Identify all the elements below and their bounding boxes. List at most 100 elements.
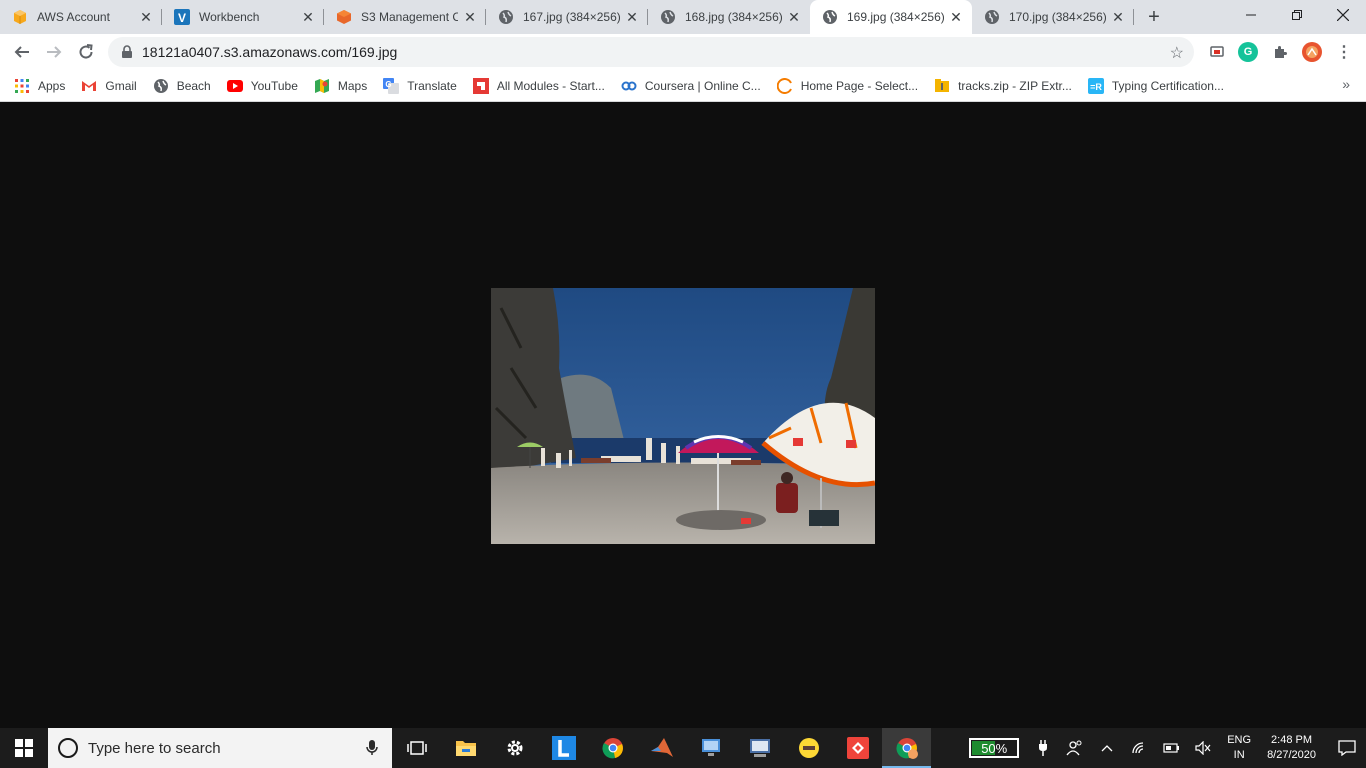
reload-button[interactable] [70,36,102,68]
chrome-profile-icon [895,738,918,759]
forward-button[interactable] [38,36,70,68]
more-bookmarks-chevron-icon[interactable]: » [1342,76,1350,92]
bookmark-youtube[interactable]: YouTube [226,73,304,99]
close-icon[interactable]: ✕ [786,9,802,25]
modules-icon [472,77,489,94]
file-explorer-button[interactable] [441,728,490,768]
people-icon[interactable] [1063,728,1087,768]
control-panel-button[interactable] [735,728,784,768]
close-window-icon[interactable] [1320,0,1366,30]
close-icon[interactable]: ✕ [1110,9,1126,25]
power-plug-icon[interactable] [1031,728,1055,768]
notifications-button[interactable] [1328,728,1366,768]
svg-text:G: G [386,80,392,89]
system-tray: 50% ENG IN 2:48 PM 8/27/2020 [969,728,1366,768]
globe-icon [498,9,514,25]
bookmark-label: Coursera | Online C... [644,78,761,93]
bookmark-label: Typing Certification... [1111,78,1224,93]
bookmark-maps[interactable]: Maps [314,73,373,99]
gmail-icon [81,78,97,94]
aws-box-icon [12,9,28,25]
minimize-icon[interactable] [1228,0,1274,30]
notification-icon [1338,740,1356,756]
bookmarks-bar: Apps Gmail Beach YouTube Maps G Translat… [0,70,1366,102]
close-icon[interactable]: ✕ [462,9,478,25]
back-button[interactable] [6,36,38,68]
cast-extension-icon[interactable] [1207,42,1227,62]
chevron-up-icon[interactable] [1095,728,1119,768]
control-panel-icon [749,739,770,757]
apps-grid-icon [14,78,30,94]
taskbar-search-input[interactable]: Type here to search [48,728,392,768]
close-icon[interactable]: ✕ [624,9,640,25]
microphone-icon[interactable] [366,740,378,756]
chrome-active-button[interactable] [882,728,931,768]
menu-kebab-icon[interactable]: ⋮ [1334,42,1354,62]
bookmark-tracks-zip[interactable]: tracks.zip - ZIP Extr... [934,73,1078,99]
bookmark-gmail[interactable]: Gmail [81,73,142,99]
task-view-icon [406,741,427,755]
close-icon[interactable]: ✕ [138,9,154,25]
globe-icon [153,78,169,94]
clock-time: 2:48 PM [1271,734,1313,746]
start-button[interactable] [0,728,48,768]
svg-text:=R: =R [1090,82,1102,92]
bookmark-apps[interactable]: Apps [14,73,71,99]
bookmark-translate[interactable]: G Translate [383,73,463,99]
wifi-icon[interactable] [1127,728,1151,768]
tab-s3-management[interactable]: S3 Management C ✕ [324,0,486,34]
close-icon[interactable]: ✕ [948,9,964,25]
tab-170-jpg[interactable]: 170.jpg (384×256) ✕ [972,0,1134,34]
tab-167-jpg[interactable]: 167.jpg (384×256) ✕ [486,0,648,34]
close-icon[interactable]: ✕ [300,9,316,25]
lumion-app-button[interactable] [539,728,588,768]
remote-desktop-button[interactable] [686,728,735,768]
address-bar[interactable]: 18121a0407.s3.amazonaws.com/169.jpg ☆ [108,37,1194,67]
bookmark-coursera[interactable]: Coursera | Online C... [621,73,767,99]
tab-aws-account[interactable]: AWS Account ✕ [0,0,162,34]
restore-icon[interactable] [1274,0,1320,30]
profile-avatar[interactable] [1302,42,1322,62]
language-region: IN [1233,749,1245,761]
volume-muted-icon[interactable] [1191,728,1215,768]
task-view-button[interactable] [392,728,441,768]
bookmark-label: tracks.zip - ZIP Extr... [958,78,1072,93]
anydesk-button[interactable] [833,728,882,768]
matlab-button[interactable] [637,728,686,768]
tab-title: 169.jpg (384×256) [847,10,944,24]
tab-168-jpg[interactable]: 168.jpg (384×256) ✕ [648,0,810,34]
search-placeholder: Type here to search [88,739,221,757]
back-arrow-icon [14,46,29,58]
remote-desktop-icon [701,739,720,756]
bookmark-beach[interactable]: Beach [153,73,217,99]
tab-title: AWS Account [37,10,110,24]
language-indicator[interactable]: ENG IN [1227,733,1251,763]
bookmark-star-icon[interactable]: ☆ [1170,43,1184,63]
bookmark-typing-certification[interactable]: =R Typing Certification... [1087,73,1230,99]
emoji-app-button[interactable] [784,728,833,768]
new-tab-button[interactable]: + [1140,3,1168,31]
clock[interactable]: 2:48 PM 8/27/2020 [1267,733,1316,763]
lock-icon [122,45,132,58]
youtube-icon [226,78,243,94]
anydesk-icon [846,737,869,759]
reload-icon [79,44,93,59]
s3-bucket-icon [336,9,352,25]
extensions-puzzle-icon[interactable] [1270,42,1290,62]
beach-photo [491,288,875,544]
coursera-icon [621,78,637,94]
windows-taskbar: Type here to search 50% ENG IN 2:48 PM 8… [0,728,1366,768]
chrome-icon [601,738,623,759]
grammarly-icon[interactable]: G [1238,42,1258,62]
globe-icon [984,9,1000,25]
bookmark-all-modules[interactable]: All Modules - Start... [472,73,611,99]
battery-tray-icon[interactable] [1159,728,1183,768]
battery-indicator[interactable]: 50% [969,738,1020,758]
settings-button[interactable] [490,728,539,768]
maps-icon [314,78,330,94]
tab-169-jpg[interactable]: 169.jpg (384×256) ✕ [810,0,972,34]
bookmark-home-page[interactable]: Home Page - Select... [776,73,924,99]
chrome-button[interactable] [588,728,637,768]
tab-title: 167.jpg (384×256) [523,10,620,24]
tab-workbench[interactable]: V Workbench ✕ [162,0,324,34]
